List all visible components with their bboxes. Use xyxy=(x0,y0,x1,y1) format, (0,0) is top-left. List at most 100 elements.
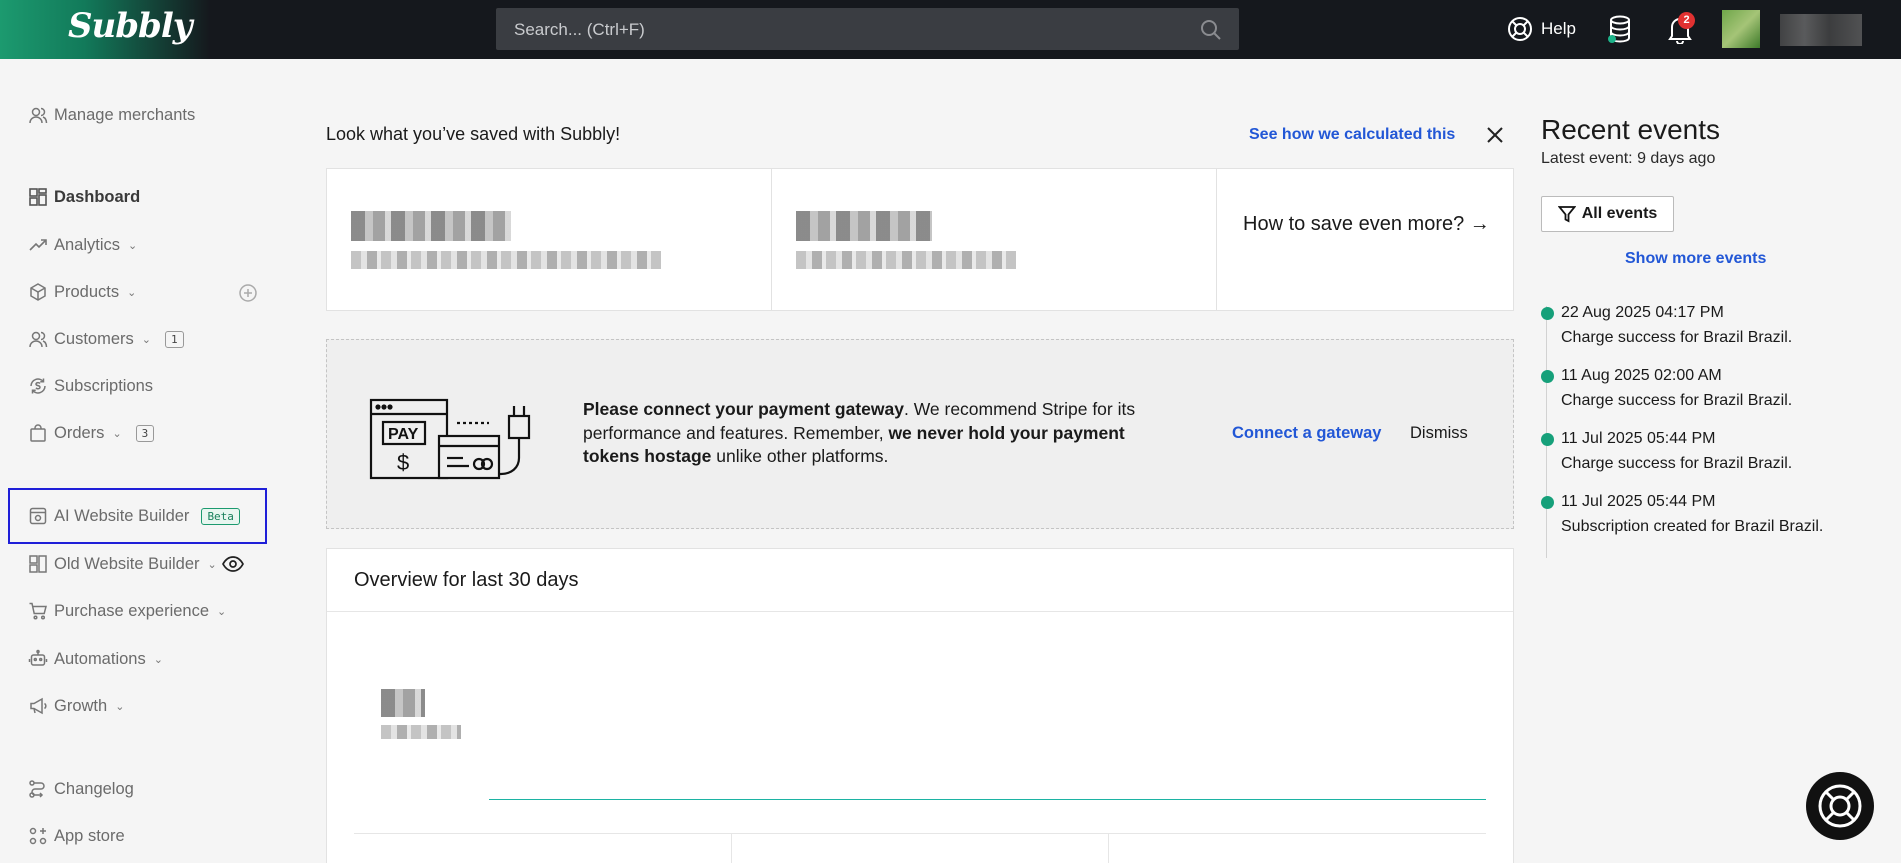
eye-icon[interactable] xyxy=(222,555,244,573)
sidebar-item-app-store[interactable]: App store xyxy=(28,822,125,850)
sidebar-item-old-website-builder[interactable]: Old Website Builder ⌄ xyxy=(28,550,217,578)
event-time: 11 Jul 2025 05:44 PM xyxy=(1561,493,1716,510)
gateway-text-2: unlike other platforms. xyxy=(711,446,889,466)
sidebar-item-growth[interactable]: Growth ⌄ xyxy=(28,692,124,720)
help-chat-button[interactable] xyxy=(1806,772,1874,840)
sidebar-item-changelog[interactable]: Changelog xyxy=(28,775,134,803)
gateway-message: Please connect your payment gateway. We … xyxy=(583,398,1183,469)
sidebar-item-ai-website-builder[interactable]: AI Website Builder Beta xyxy=(28,502,240,530)
blurred-value xyxy=(796,211,932,241)
sidebar-item-subscriptions[interactable]: Subscriptions xyxy=(28,372,153,400)
sidebar-item-label: Purchase experience xyxy=(54,601,210,620)
all-events-filter-button[interactable]: All events xyxy=(1541,196,1674,232)
chevron-down-icon: ⌄ xyxy=(112,427,122,440)
grid-icon xyxy=(29,188,47,206)
divider xyxy=(731,834,732,863)
megaphone-icon xyxy=(30,697,47,715)
customers-count-badge: 1 xyxy=(165,330,184,348)
event-description: Subscription created for Brazil Brazil. xyxy=(1561,518,1824,535)
blurred-metric-label xyxy=(381,725,461,739)
add-product-icon[interactable] xyxy=(238,283,258,303)
sidebar-item-customers[interactable]: Customers ⌄ 1 xyxy=(28,325,184,353)
logo-area: Subbly xyxy=(0,0,210,59)
box-icon xyxy=(30,283,46,301)
event-description: Charge success for Brazil Brazil. xyxy=(1561,392,1793,409)
sidebar-item-label: Dashboard xyxy=(54,187,141,206)
timeline-line xyxy=(1546,306,1547,558)
help-button[interactable]: Help xyxy=(1507,16,1576,42)
orders-count-badge: 3 xyxy=(135,424,155,442)
divider xyxy=(354,833,1486,834)
search-input[interactable]: Search... (Ctrl+F) xyxy=(496,8,1239,50)
recurring-dollar-icon xyxy=(30,378,46,394)
see-how-calculated-link[interactable]: See how we calculated this xyxy=(1249,126,1455,144)
sidebar-item-label: Products xyxy=(54,282,120,301)
svg-text:PAY: PAY xyxy=(388,426,419,443)
sidebar-item-products[interactable]: Products ⌄ xyxy=(28,278,136,306)
close-icon[interactable] xyxy=(1484,124,1506,146)
sidebar-item-label: AI Website Builder xyxy=(54,506,190,525)
help-label: Help xyxy=(1541,19,1576,38)
gateway-banner: PAY $ Please connect your payment gatewa… xyxy=(326,339,1514,529)
chevron-down-icon: ⌄ xyxy=(115,700,125,713)
subbly-logo[interactable]: Subbly xyxy=(68,6,192,46)
gateway-bold-1: Please connect your payment gateway xyxy=(583,399,904,419)
sidebar-item-label: Subscriptions xyxy=(54,376,154,395)
connect-gateway-button[interactable]: Connect a gateway xyxy=(1232,424,1381,443)
dismiss-button[interactable]: Dismiss xyxy=(1410,424,1468,443)
savings-title: Look what you’ve saved with Subbly! xyxy=(326,124,621,144)
search-placeholder: Search... (Ctrl+F) xyxy=(514,20,645,39)
all-events-label: All events xyxy=(1581,205,1658,222)
layout-icon xyxy=(29,555,47,573)
trend-up-icon xyxy=(29,239,47,251)
savings-cell xyxy=(327,169,772,310)
sidebar-item-label: App store xyxy=(54,826,125,845)
sidebar xyxy=(0,59,280,863)
status-dot xyxy=(1541,496,1554,509)
event-time: 11 Jul 2025 05:44 PM xyxy=(1561,430,1716,447)
blurred-value xyxy=(351,211,511,241)
event-description: Charge success for Brazil Brazil. xyxy=(1561,455,1793,472)
user-name-blurred[interactable] xyxy=(1780,14,1862,46)
event-time: 22 Aug 2025 04:17 PM xyxy=(1561,304,1724,321)
notification-badge: 2 xyxy=(1678,12,1695,29)
lifebuoy-icon xyxy=(1508,17,1532,41)
divider xyxy=(327,611,1513,612)
filter-icon xyxy=(1557,206,1576,223)
chevron-down-icon: ⌄ xyxy=(141,333,151,346)
savings-cell xyxy=(772,169,1217,310)
manage-merchants-link[interactable]: Manage merchants xyxy=(28,101,195,129)
chevron-down-icon: ⌄ xyxy=(128,239,138,252)
savings-card: How to save even more? → xyxy=(326,168,1514,311)
users-icon xyxy=(29,107,48,124)
event-time: 11 Aug 2025 02:00 AM xyxy=(1561,367,1722,384)
changelog-icon xyxy=(29,780,45,798)
avatar[interactable] xyxy=(1722,10,1760,48)
sidebar-item-label: Analytics xyxy=(54,235,121,254)
apps-icon xyxy=(29,827,47,845)
sidebar-item-label: Customers xyxy=(54,329,134,348)
blurred-caption xyxy=(351,251,661,269)
chevron-down-icon: ⌄ xyxy=(217,605,227,618)
sidebar-item-dashboard[interactable]: Dashboard xyxy=(28,183,140,211)
database-icon[interactable] xyxy=(1607,14,1633,44)
save-more-link[interactable]: How to save even more? → xyxy=(1243,211,1493,237)
chevron-down-icon: ⌄ xyxy=(127,286,137,299)
search-icon[interactable] xyxy=(1199,18,1223,42)
sidebar-item-purchase-experience[interactable]: Purchase experience ⌄ xyxy=(28,597,226,625)
overview-title: Overview for last 30 days xyxy=(354,569,579,591)
sidebar-item-automations[interactable]: Automations ⌄ xyxy=(28,645,163,673)
robot-icon xyxy=(28,649,48,666)
sidebar-item-analytics[interactable]: Analytics ⌄ xyxy=(28,231,137,259)
recent-events-title: Recent events xyxy=(1541,114,1720,145)
status-dot xyxy=(1541,370,1554,383)
status-dot xyxy=(1541,307,1554,320)
show-more-events-link[interactable]: Show more events xyxy=(1625,250,1766,268)
top-bar: Subbly Search... (Ctrl+F) Help 2 xyxy=(0,0,1901,59)
event-description: Charge success for Brazil Brazil. xyxy=(1561,329,1793,346)
manage-merchants-label: Manage merchants xyxy=(54,105,196,124)
shopping-bag-icon xyxy=(30,424,46,442)
overview-card: Overview for last 30 days xyxy=(326,548,1514,863)
sidebar-item-orders[interactable]: Orders ⌄ 3 xyxy=(28,419,155,447)
blurred-caption xyxy=(796,251,1016,269)
